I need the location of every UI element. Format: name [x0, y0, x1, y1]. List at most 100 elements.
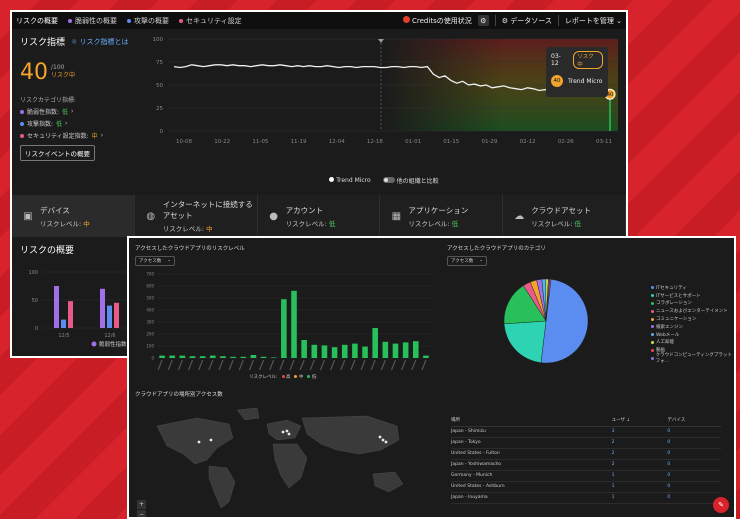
bar — [423, 355, 429, 358]
users-cell[interactable]: 1 — [611, 492, 668, 504]
card-device[interactable]: ▣ デバイス リスクレベル: 中 — [12, 195, 135, 237]
table-row[interactable]: Japan - Inuyama 1 0 — [451, 492, 721, 504]
table-row[interactable]: Japan - Tokyo 2 0 — [451, 437, 721, 449]
pie-legend-item[interactable]: ニュースおよびエンターテイメント — [651, 307, 734, 315]
pie-legend-item[interactable]: クラウドコンピューティングプラットフォ... — [651, 353, 734, 364]
y-tick-label: 200 — [146, 332, 154, 337]
column-users[interactable]: ユーザ ↓ — [611, 414, 668, 427]
users-cell[interactable]: 3 — [611, 426, 668, 438]
tab-security-settings[interactable]: セキュリティ設定 — [179, 16, 242, 26]
x-tick-label — [350, 359, 356, 371]
pie-legend-item[interactable]: Webメール — [651, 331, 734, 339]
x-tick-label — [309, 359, 315, 371]
tab-vulnerability-overview[interactable]: 脆弱性の概要 — [68, 16, 117, 26]
y-tick-label: 400 — [146, 308, 154, 313]
column-devices[interactable]: デバイス — [667, 414, 721, 427]
x-tick-label: 02-26 — [558, 139, 574, 145]
tooltip-date: 03-12 — [551, 53, 561, 67]
x-tick-label — [390, 359, 397, 371]
pie-legend-item[interactable]: ITサービスとサポート — [651, 292, 734, 300]
datasource-button[interactable]: ⚙ データソース — [502, 16, 552, 26]
overview-bar — [114, 302, 119, 328]
pie-legend-item[interactable]: 人工知能 — [651, 339, 734, 347]
category-vulnerability[interactable]: 脆弱性指数: 低 › — [20, 107, 134, 116]
tab-attack-overview[interactable]: 攻撃の概要 — [127, 16, 169, 26]
devices-cell: 0 — [667, 481, 721, 493]
card-level-label: リスクレベル: — [408, 219, 450, 228]
compare-toggle[interactable]: 他の組織と比較 — [382, 176, 439, 185]
category-security-settings[interactable]: セキュリティ設定指数: 中 › — [20, 131, 134, 140]
zoom-out-button[interactable]: − — [137, 510, 146, 517]
y-tick-label: 100 — [146, 344, 154, 349]
card-account[interactable]: ● アカウント リスクレベル: 低 — [257, 195, 381, 237]
chat-icon[interactable]: ✎ — [713, 497, 729, 513]
legend-low[interactable]: 低 — [307, 374, 316, 380]
x-tick-label — [187, 359, 194, 371]
pie-legend-item[interactable]: コラボレーション — [651, 300, 734, 308]
cloud-category-select[interactable]: アクセス数 ⌄ — [447, 256, 488, 266]
legend-self: Trend Micro — [329, 177, 371, 184]
legend-swatch — [651, 294, 654, 298]
bar — [240, 356, 247, 358]
cloud-risk-select[interactable]: アクセス数 ⌄ — [135, 256, 176, 266]
dot-icon — [329, 177, 335, 182]
x-tick-label: 12-04 — [329, 139, 345, 145]
credits-label: Creditsの使用状況 — [412, 16, 472, 25]
y-tick-label: 300 — [146, 320, 154, 325]
world-map[interactable] — [137, 404, 437, 514]
chevron-right-icon: › — [100, 132, 104, 139]
card-name: アプリケーション — [408, 205, 469, 215]
table-row[interactable]: Japan - Yoshiwamacho 2 0 — [451, 459, 721, 471]
location-cell: Germany - Munich — [451, 470, 612, 482]
legend-high[interactable]: 高 — [281, 374, 290, 380]
legend-mid[interactable]: 中 — [294, 374, 303, 380]
credits-button[interactable]: Creditsの使用状況 — [403, 15, 472, 26]
map-title: クラウドアプリの場所別アクセス数 — [135, 392, 223, 398]
report-menu[interactable]: レポートを管理 ⌄ — [565, 16, 622, 26]
legend-swatch — [91, 341, 97, 347]
risk-event-overview-button[interactable]: リスクイベントの概要 — [20, 145, 95, 161]
pie-legend-item[interactable]: コミュニケーション — [651, 315, 734, 323]
card-cloud-assets[interactable]: ☁ クラウドアセット リスクレベル: 低 — [503, 195, 626, 237]
card-internet-assets[interactable]: ◍ インターネットに接続するアセット リスクレベル: 中 — [134, 195, 258, 237]
toggle-switch[interactable] — [382, 177, 395, 183]
users-cell[interactable]: 2 — [611, 448, 668, 460]
x-tick-label: 03-11 — [596, 139, 612, 145]
y-tick-label: 50 — [32, 298, 38, 304]
pie-legend-item[interactable]: ITセキュリティ — [651, 284, 734, 292]
tab-risk-overview[interactable]: リスクの概要 — [16, 16, 58, 26]
x-tick-label: 12-18 — [367, 139, 383, 145]
legend-label: 検索エンジン — [656, 324, 683, 330]
legend-label: コラボレーション — [656, 301, 692, 307]
card-application[interactable]: ▦ アプリケーション リスクレベル: 低 — [380, 195, 504, 237]
x-tick-label: 11-05 — [252, 139, 268, 145]
table-row[interactable]: United States - Ashburn 1 0 — [451, 481, 721, 493]
table-row[interactable]: United States - Fulton 2 0 — [451, 448, 721, 460]
y-tick-label: 25 — [156, 106, 163, 112]
zoom-in-button[interactable]: + — [137, 500, 146, 509]
users-cell[interactable]: 1 — [611, 481, 668, 493]
gear-icon[interactable]: ⚙ — [477, 15, 489, 26]
location-cell: Japan - Shimizu — [451, 426, 612, 438]
table-row[interactable]: Japan - Shimizu 3 0 — [451, 426, 721, 438]
x-tick-label: 12/5 — [58, 333, 69, 339]
users-cell[interactable]: 2 — [611, 437, 668, 449]
users-cell[interactable]: 1 — [611, 470, 668, 482]
legend-swatch — [651, 325, 654, 329]
y-tick-label: 0 — [35, 326, 38, 332]
column-location[interactable]: 場所 — [451, 414, 612, 427]
table-row[interactable]: Germany - Munich 1 0 — [451, 470, 721, 482]
tooltip-name: Trend Micro — [568, 77, 603, 85]
users-cell[interactable]: 2 — [611, 459, 668, 471]
x-tick-label — [319, 359, 326, 371]
cloud-risk-legend: リスクレベル: 高 中 低 — [249, 374, 316, 380]
dot-icon — [179, 18, 183, 23]
bar — [169, 355, 176, 358]
risk-index-help-link[interactable]: ☼ リスク指標とは — [71, 37, 129, 47]
pie-legend-item[interactable]: 検索エンジン — [651, 323, 734, 331]
x-tick-label — [421, 359, 427, 371]
asset-cards: ▣ デバイス リスクレベル: 中 ◍ インターネットに接続するアセット リスクレベル… — [12, 195, 626, 237]
bar — [250, 355, 257, 358]
bar — [392, 343, 399, 358]
category-attack[interactable]: 攻撃指数: 低 › — [20, 119, 134, 128]
